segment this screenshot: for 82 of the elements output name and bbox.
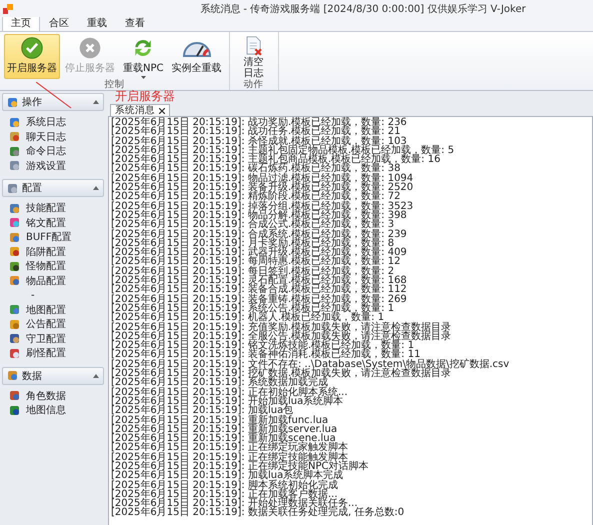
log-line: [2025年6月15日 20:15:19]: 充值奖励.模板加载失败，请注意检查数据目录: [111, 322, 452, 332]
log-line: [2025年6月15日 20:15:19]: 每日签到.模板已经加载，数量: 2: [111, 266, 394, 276]
log-line: [2025年6月15日 20:15:19]: 战功任务.模板已经加载，数量: 21: [111, 127, 400, 137]
log-line: [2025年6月15日 20:15:19]: 正在初始化脚本系统...: [111, 388, 349, 397]
log-line: [2025年6月15日 20:15:19]: 开始处理数据关联任务...: [111, 499, 358, 508]
app-logo-icon: [3, 4, 13, 14]
document-tab[interactable]: 系统消息: [110, 104, 170, 116]
log-line: [2025年6月15日 20:15:19]: 加载lua系统脚本完成: [111, 471, 344, 481]
log-line: [2025年6月15日 20:15:19]: 机器人.模板已经加载，数量: 1: [111, 313, 384, 323]
window-title: 系统消息 - 传奇游戏服务端 [2024/8/30 0:00:00] 仅供娱乐学习 V-Joker: [199, 2, 527, 16]
ribbon-tab[interactable]: 重载: [78, 16, 116, 31]
ribbon-tab[interactable]: 主页: [2, 16, 40, 31]
log-line: [2025年6月15日 20:15:19]: 正在绑定玩家触发脚本: [111, 443, 349, 453]
log-line: [2025年6月15日 20:15:19]: 系统数据加载完成: [111, 378, 328, 388]
ribbon-button[interactable]: 清空日志: [234, 34, 274, 79]
sidebar-item[interactable]: 游戏设置: [9, 158, 105, 173]
collapse-caret-icon[interactable]: [93, 100, 99, 104]
log-line: [2025年6月15日 20:15:19]: 碳石炼药.模板已经加载，数量: 38: [111, 164, 400, 174]
group-label: 动作: [242, 79, 264, 91]
log-line: [2025年6月15日 20:15:19]: 杀怪成就.模板已经加载，数量: 103: [111, 136, 407, 146]
section-header[interactable]: 配置: [2, 179, 104, 197]
log-line: [2025年6月15日 20:15:19]: 月卡奖励.模板已经加载，数量: 8: [111, 238, 394, 248]
sidebar-item[interactable]: 刷怪配置: [9, 346, 105, 360]
sidebar-item[interactable]: 铭文配置: [9, 216, 105, 230]
sidebar-item[interactable]: 系统日志: [9, 115, 105, 130]
log-line: [2025年6月15日 20:15:19]: 装备重铸.模板已经加载，数量: 269: [111, 294, 408, 304]
log-line: [2025年6月15日 20:15:19]: 脚本系统初始化完成: [111, 480, 339, 490]
log-line: [2025年6月15日 20:15:19]: 物品过滤.模板已经加载，数量: 1094: [111, 174, 414, 184]
sidebar-item[interactable]: 角色数据: [9, 388, 105, 403]
log-line: [2025年6月15日 20:15:19]: 每周特惠.模板已经加载，数量: 12: [111, 257, 402, 267]
sidebar-item[interactable]: 地图信息: [9, 403, 105, 418]
log-line: [2025年6月15日 20:15:19]: 铭文洗炼技能.模板已经加载，数量: 1: [111, 341, 414, 350]
sidebar-item[interactable]: 陷阱配置: [9, 244, 105, 259]
check-icon: [20, 36, 44, 60]
log-line: [2025年6月15日 20:15:19]: 装备神佑消耗.模板已经加载，数量: 11: [111, 350, 420, 360]
clear-document-icon: [244, 36, 262, 57]
log-line: [2025年6月15日 20:15:19]: 正在绑定技能触发脚本: [111, 452, 348, 462]
log-line: [2025年6月15日 20:15:19]: 战功奖励.模板已经加载，数量: 236: [111, 118, 408, 128]
log-line: [2025年6月15日 20:15:19]: 重新加载func.lua: [111, 416, 328, 425]
sidebar-item[interactable]: BUFF配置: [9, 230, 105, 244]
sidebar-item[interactable]: 技能配置: [9, 201, 105, 216]
log-line: [2025年6月15日 20:15:19]: 正在绑定技能NPC对话脚本: [111, 462, 370, 472]
annotation-text: 开启服务器: [115, 90, 175, 103]
log-line: [2025年6月15日 20:15:19]: 主题礼包商品模板.模板已经加载，数量: 16: [111, 155, 442, 164]
log-line: [2025年6月15日 20:15:19]: 重新加载server.lua: [111, 424, 338, 434]
log-line: [2025年6月15日 20:15:19]: 掉落分组.模板已经加载，数量: 3523: [111, 202, 414, 211]
log-line: [2025年6月15日 20:15:19]: 物品分解.模板已经加载，数量: 398: [111, 210, 408, 220]
log-line: [2025年6月15日 20:15:19]: 数据关联任务处理完成, 任务总数:0: [111, 508, 406, 518]
log-line: [2025年6月15日 20:15:19]: 开始加载lua系统脚本: [111, 396, 344, 406]
log-line: [2025年6月15日 20:15:19]: 合成系统.模板已经加载，数量: 239: [111, 230, 408, 239]
group-label: 控制: [103, 79, 126, 90]
sidebar-item[interactable]: -: [9, 288, 105, 302]
log-line: [2025年6月15日 20:15:19]: 合成公式.模板已经加载，数量: 3: [111, 220, 394, 230]
sidebar-item[interactable]: 命令日志: [9, 144, 105, 158]
sidebar-item[interactable]: 公告配置: [9, 317, 105, 332]
sidebar-item[interactable]: 物品配置: [9, 274, 105, 288]
section-header[interactable]: 操作: [2, 93, 104, 111]
ribbon-button[interactable]: 实例全重载: [168, 34, 224, 79]
log-line: [2025年6月15日 20:15:19]: 加载lua包: [111, 406, 294, 416]
log-line: [2025年6月15日 20:15:19]: 装备升级.模板已经加载，数量: 2520: [111, 183, 414, 192]
ribbon-button[interactable]: 重载NPC: [120, 34, 166, 79]
sidebar-item[interactable]: 地图配置: [9, 302, 105, 317]
log-line: [2025年6月15日 20:15:19]: 装备合成.模板已经加载，数量: 112: [111, 285, 408, 295]
section-header[interactable]: 数据: [2, 366, 104, 384]
log-line: [2025年6月15日 20:15:19]: 主题礼包固定物品模板.模板已经加载，数量: 5: [111, 146, 456, 156]
log-line: [2025年6月15日 20:15:19]: 文件不存在: ..\Database\System\物品数据\挖矿数据.csv: [111, 360, 510, 370]
sidebar-item[interactable]: 怪物配置: [9, 259, 105, 274]
cross-circle-icon: [78, 36, 102, 60]
ribbon-tab[interactable]: 合区: [40, 16, 78, 31]
log-line: [2025年6月15日 20:15:19]: 武器升级.模板已经加载，数量: 409: [111, 248, 408, 258]
log-line: [2025年6月15日 20:15:19]: 重新加载scene.lua: [111, 434, 336, 444]
log-line: [2025年6月15日 20:15:19]: 灵石配置.模板已经加载，数量: 168: [111, 276, 408, 286]
collapse-caret-icon[interactable]: [93, 186, 99, 190]
ribbon-tab[interactable]: 查看: [116, 16, 154, 31]
close-icon[interactable]: [159, 108, 165, 114]
log-line: [2025年6月15日 20:15:19]: 精炼阶段.模板已经加载，数量: 72: [111, 192, 400, 202]
sidebar-item[interactable]: 聊天日志: [9, 130, 105, 144]
ribbon-button[interactable]: 开启服务器: [4, 34, 60, 79]
sidebar-item[interactable]: 守卫配置: [9, 332, 105, 346]
log-line: [2025年6月15日 20:15:19]: 系统公告.模板已经加载，数量: 1: [111, 304, 396, 314]
log-line: [2025年6月15日 20:15:19]: 正在加载客户数据...: [111, 490, 338, 500]
collapse-caret-icon[interactable]: [93, 374, 99, 378]
